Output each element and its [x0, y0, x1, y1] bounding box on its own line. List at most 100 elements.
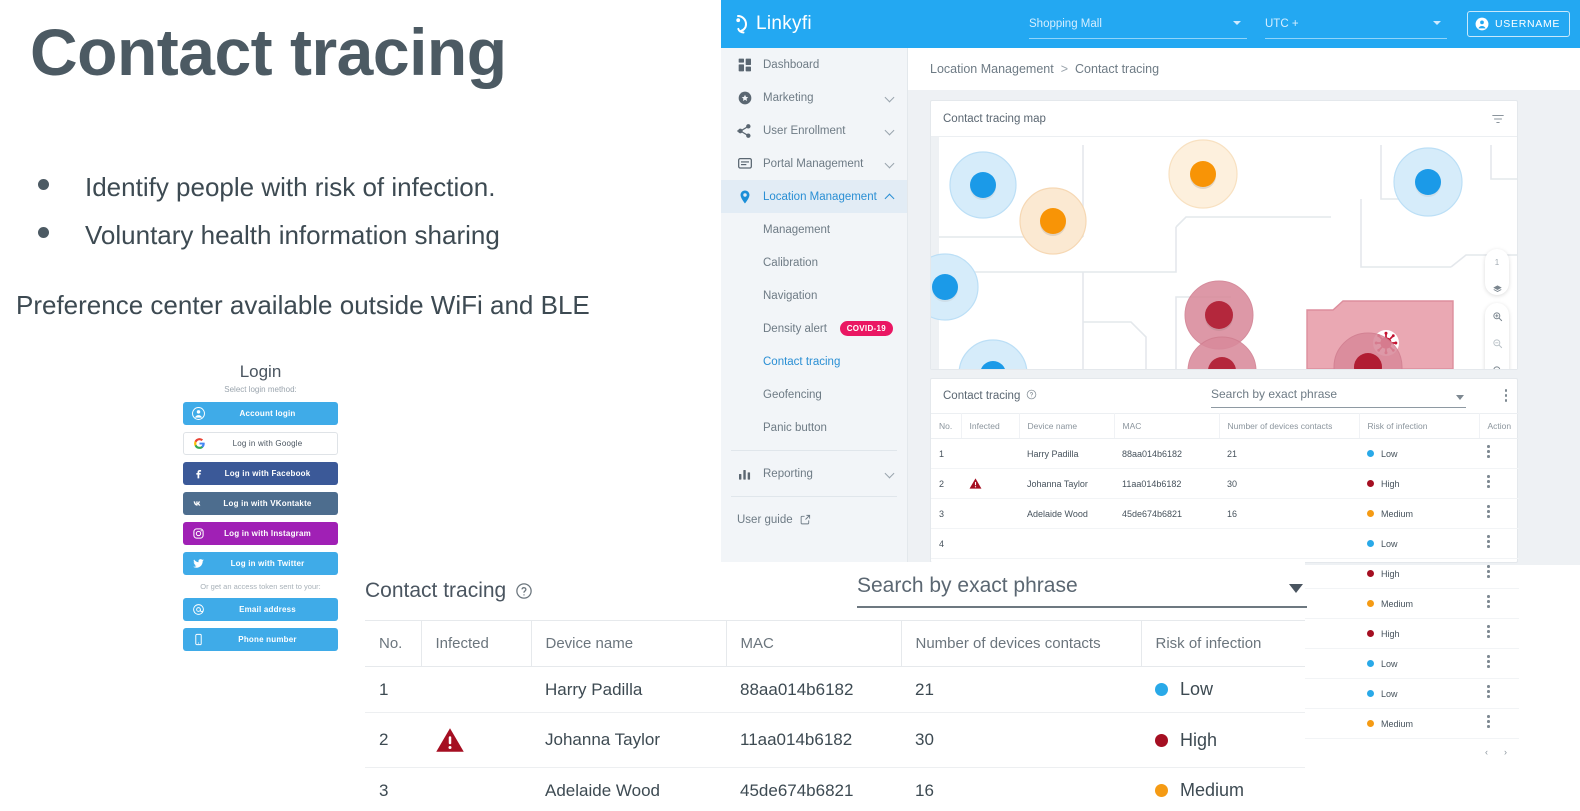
user-menu-button[interactable]: USERNAME — [1467, 11, 1570, 37]
chevron-down-icon[interactable] — [1456, 395, 1464, 400]
sidebar-subitem-panic-button[interactable]: Panic button — [721, 411, 907, 444]
column-header-contacts[interactable]: Number of devices contacts — [1219, 414, 1359, 439]
table-row[interactable]: 1Harry Padilla88aa014b618221Low — [931, 439, 1519, 469]
map-card-title: Contact tracing map — [943, 113, 1046, 125]
linkyfi-logo[interactable]: Linkyfi — [734, 13, 864, 35]
sidebar-item-reporting[interactable]: Reporting — [721, 457, 907, 490]
account-login-button[interactable]: Account login — [183, 402, 338, 425]
wifi-swoosh-icon — [734, 14, 751, 34]
column-header-mac[interactable]: MAC — [726, 621, 901, 667]
google-login-button[interactable]: Log in with Google — [183, 432, 338, 455]
cell-contacts — [1219, 529, 1359, 559]
layer-level-indicator[interactable]: 1 — [1485, 249, 1509, 276]
sidebar-item-user-enrollment[interactable]: User Enrollment — [721, 114, 907, 147]
column-header-contacts[interactable]: Number of devices contacts — [901, 621, 1141, 667]
column-header-no[interactable]: No. — [931, 414, 961, 439]
chevron-down-icon[interactable] — [1289, 584, 1303, 593]
table-header-row: No. Infected Device name MAC Number of d… — [365, 621, 1305, 667]
table-row[interactable]: 2Johanna Taylor11aa014b618230High — [365, 713, 1305, 768]
external-link-icon — [800, 514, 811, 525]
cell-risk: Low — [1359, 679, 1479, 709]
google-icon — [193, 437, 206, 450]
timezone-select[interactable]: UTC + — [1265, 9, 1447, 39]
cell-action[interactable] — [1479, 709, 1519, 739]
sidebar-subitem-navigation[interactable]: Navigation — [721, 279, 907, 312]
risk-label: High — [1381, 479, 1400, 489]
next-page-button[interactable]: › — [1504, 747, 1507, 757]
cell-action[interactable] — [1479, 559, 1519, 589]
table-row[interactable]: 1Harry Padilla88aa014b618221Low — [365, 667, 1305, 713]
breadcrumb-parent[interactable]: Location Management — [930, 62, 1054, 76]
prev-page-button[interactable]: ‹ — [1485, 747, 1488, 757]
column-header-infected[interactable]: Infected — [961, 414, 1019, 439]
risk-dot-icon — [1367, 450, 1374, 457]
cell-action[interactable] — [1479, 679, 1519, 709]
sidebar-subitem-contact-tracing[interactable]: Contact tracing — [721, 345, 907, 378]
cell-action[interactable] — [1479, 619, 1519, 649]
kebab-menu-icon[interactable] — [1505, 389, 1508, 404]
sidebar-subitem-management[interactable]: Management — [721, 213, 907, 246]
sidebar-item-label: Location Management — [763, 191, 877, 203]
cell-no: 1 — [931, 439, 961, 469]
filter-icon[interactable] — [1491, 112, 1505, 129]
column-header-no[interactable]: No. — [365, 621, 421, 667]
sidebar-subitem-calibration[interactable]: Calibration — [721, 246, 907, 279]
zoom-out-icon[interactable] — [1485, 330, 1509, 357]
zoom-in-icon[interactable] — [1485, 303, 1509, 330]
layers-icon[interactable] — [1485, 276, 1509, 303]
cell-action[interactable] — [1479, 649, 1519, 679]
vk-login-button[interactable]: Log in with VKontakte — [183, 492, 338, 515]
timezone-select-value: UTC + — [1265, 18, 1299, 30]
sidebar-subitem-density-alert[interactable]: Density alert COVID-19 — [721, 312, 907, 345]
cell-action[interactable] — [1479, 529, 1519, 559]
cell-action[interactable] — [1479, 469, 1519, 499]
cell-infected — [961, 469, 1019, 499]
zoomed-search-input[interactable]: Search by exact phrase — [857, 574, 1307, 608]
column-header-infected[interactable]: Infected — [421, 621, 531, 667]
map-marker-medium — [1020, 188, 1086, 254]
map-marker-medium — [1169, 140, 1237, 208]
risk-dot-icon — [1367, 570, 1374, 577]
sidebar-item-label: Marketing — [763, 92, 814, 104]
zoom-reset-icon[interactable] — [1485, 357, 1509, 369]
cell-action[interactable] — [1479, 589, 1519, 619]
sidebar-item-marketing[interactable]: Marketing — [721, 81, 907, 114]
login-button-label: Log in with Google — [206, 439, 337, 448]
help-circle-icon[interactable] — [1026, 389, 1037, 403]
login-button-label: Log in with Twitter — [205, 559, 338, 568]
instagram-login-button[interactable]: Log in with Instagram — [183, 522, 338, 545]
sidebar-item-portal-management[interactable]: Portal Management — [721, 147, 907, 180]
sidebar-item-label: Reporting — [763, 468, 813, 480]
sidebar-item-dashboard[interactable]: Dashboard — [721, 48, 907, 81]
column-header-risk[interactable]: Risk of infection — [1359, 414, 1479, 439]
user-guide-link[interactable]: User guide — [721, 503, 907, 536]
sidebar-item-location-management[interactable]: Location Management — [721, 180, 907, 213]
map-canvas[interactable]: 1 — [931, 137, 1517, 369]
table-row[interactable]: 3Adelaide Wood45de674b682116Medium — [365, 768, 1305, 811]
sidebar-item-label: User Enrollment — [763, 125, 845, 137]
sidebar-subitem-geofencing[interactable]: Geofencing — [721, 378, 907, 411]
map-layers-control[interactable]: 1 — [1485, 249, 1509, 295]
table-row[interactable]: 2Johanna Taylor11aa014b618230High — [931, 469, 1519, 499]
column-header-device-name[interactable]: Device name — [531, 621, 726, 667]
chevron-down-icon — [885, 159, 895, 169]
column-header-mac[interactable]: MAC — [1114, 414, 1219, 439]
search-input[interactable]: Search by exact phrase — [1211, 387, 1466, 408]
column-header-action[interactable]: Action — [1479, 414, 1519, 439]
cell-mac: 88aa014b6182 — [726, 667, 901, 713]
column-header-risk[interactable]: Risk of infection — [1141, 621, 1305, 667]
cell-action[interactable] — [1479, 499, 1519, 529]
help-circle-icon[interactable] — [515, 582, 533, 600]
zoomed-table: No. Infected Device name MAC Number of d… — [365, 620, 1305, 811]
site-select[interactable]: Shopping Mall — [1029, 9, 1247, 39]
facebook-login-button[interactable]: Log in with Facebook — [183, 462, 338, 485]
cell-action[interactable] — [1479, 439, 1519, 469]
at-sign-icon — [192, 603, 205, 616]
column-header-device-name[interactable]: Device name — [1019, 414, 1114, 439]
map-zoom-control[interactable] — [1485, 303, 1509, 369]
table-row[interactable]: 3Adelaide Wood45de674b682116Medium — [931, 499, 1519, 529]
email-address-button[interactable]: Email address — [183, 598, 338, 621]
twitter-login-button[interactable]: Log in with Twitter — [183, 552, 338, 575]
table-row[interactable]: 4Low — [931, 529, 1519, 559]
phone-number-button[interactable]: Phone number — [183, 628, 338, 651]
